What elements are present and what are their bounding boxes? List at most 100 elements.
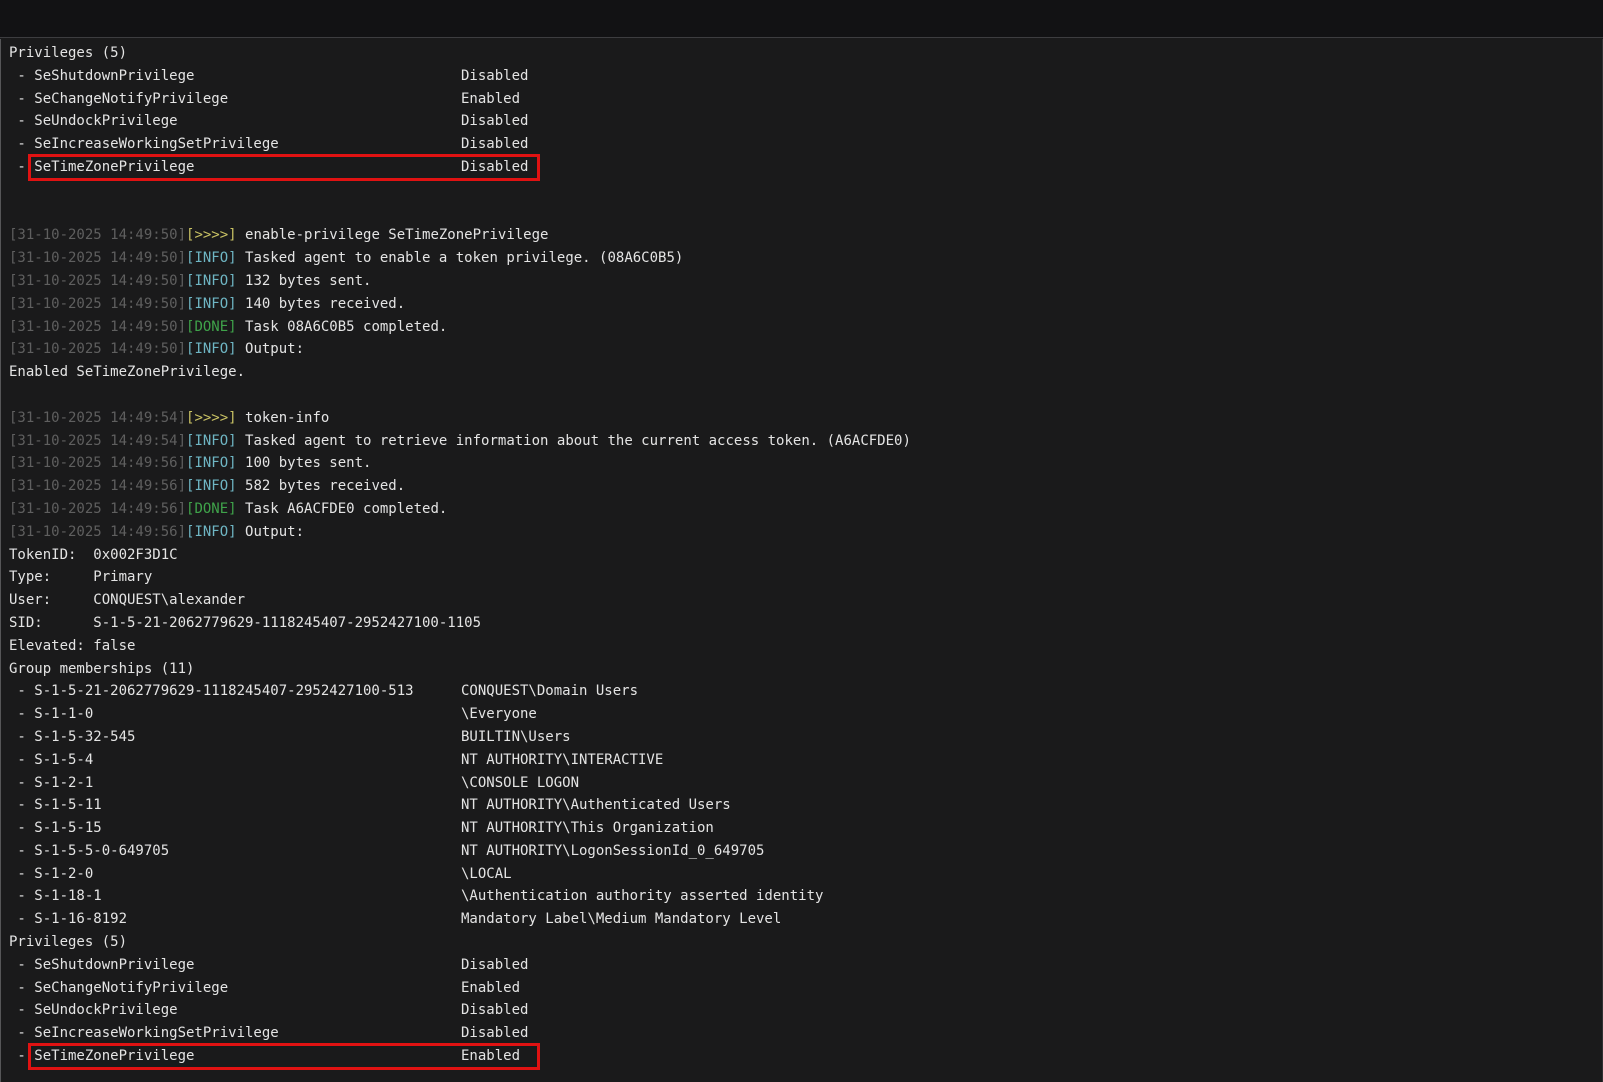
row-label: - SeUndockPrivilege <box>9 1002 178 1018</box>
row-label: - S-1-16-8192 <box>9 911 127 927</box>
row-value: NT AUTHORITY\Authenticated Users <box>461 794 731 817</box>
row-label: - SeShutdownPrivilege <box>9 68 194 84</box>
row-value: NT AUTHORITY\INTERACTIVE <box>461 749 663 772</box>
log-line: [31-10-2025 14:49:56][INFO] Output: <box>1 521 1602 544</box>
log-timestamp: [31-10-2025 14:49:50] <box>9 227 186 243</box>
group-row: - S-1-2-0\LOCAL <box>1 863 1602 886</box>
privilege-row: - SeChangeNotifyPrivilege Enabled <box>1 88 1602 111</box>
row-label: - SeTimeZonePrivilege <box>9 159 194 175</box>
log-line: [31-10-2025 14:49:56][INFO] 582 bytes re… <box>1 475 1602 498</box>
log-timestamp: [31-10-2025 14:49:56] <box>9 455 186 471</box>
log-message: Output: <box>237 524 304 540</box>
console-text: Privileges (5) <box>9 934 127 950</box>
privilege-row: - SeShutdownPrivilege Disabled <box>1 954 1602 977</box>
row-label: - S-1-5-11 <box>9 797 102 813</box>
row-value: NT AUTHORITY\This Organization <box>461 817 714 840</box>
row-label: - SeIncreaseWorkingSetPrivilege <box>9 1025 279 1041</box>
log-line: [31-10-2025 14:49:50][DONE] Task 08A6C0B… <box>1 316 1602 339</box>
group-row: - S-1-2-1 \CONSOLE LOGON <box>1 772 1602 795</box>
row-label: - SeUndockPrivilege <box>9 113 178 129</box>
log-message: 100 bytes sent. <box>237 455 372 471</box>
session-info-bar: CONQUEST\alexander@CLIENT01.conquest.loc… <box>0 0 1603 38</box>
log-tag: [>>>>] <box>186 410 237 426</box>
console-output[interactable]: Privileges (5) - SeShutdownPrivilege Disa… <box>0 39 1603 1082</box>
row-label: - S-1-5-32-545 <box>9 729 135 745</box>
row-value: CONQUEST\Domain Users <box>461 680 638 703</box>
log-timestamp: [31-10-2025 14:49:54] <box>9 433 186 449</box>
console-text: Enabled SeTimeZonePrivilege. <box>9 364 245 380</box>
privilege-row: - SeTimeZonePrivilege Disabled <box>1 156 1602 179</box>
row-label: - SeShutdownPrivilege <box>9 957 194 973</box>
row-value: Disabled <box>461 110 528 133</box>
row-value: \CONSOLE LOGON <box>461 772 579 795</box>
group-row: - S-1-5-21-2062779629-1118245407-2952427… <box>1 680 1602 703</box>
log-message: Tasked agent to enable a token privilege… <box>237 250 684 266</box>
log-message: 132 bytes sent. <box>237 273 372 289</box>
group-row: - S-1-5-5-0-649705 NT AUTHORITY\LogonSess… <box>1 840 1602 863</box>
log-line: [31-10-2025 14:49:54][INFO] Tasked agent… <box>1 430 1602 453</box>
group-row: - S-1-5-4NT AUTHORITY\INTERACTIVE <box>1 749 1602 772</box>
log-message: Tasked agent to retrieve information abo… <box>237 433 911 449</box>
row-label: - SeChangeNotifyPrivilege <box>9 980 228 996</box>
log-message: 140 bytes received. <box>237 296 406 312</box>
log-line: [31-10-2025 14:49:50][INFO] 140 bytes re… <box>1 293 1602 316</box>
console-text: Group memberships (11) <box>9 661 194 677</box>
row-value: Disabled <box>461 1022 528 1045</box>
log-timestamp: [31-10-2025 14:49:54] <box>9 410 186 426</box>
privilege-row: - SeShutdownPrivilege Disabled <box>1 65 1602 88</box>
privilege-row: - SeUndockPrivilege Disabled <box>1 110 1602 133</box>
row-label: - S-1-18-1 <box>9 888 102 904</box>
row-label: - S-1-5-5-0-649705 <box>9 843 169 859</box>
group-row: - S-1-5-11 NT AUTHORITY\Authenticated Use… <box>1 794 1602 817</box>
row-label: - S-1-2-1 <box>9 775 93 791</box>
log-message: 582 bytes received. <box>237 478 406 494</box>
row-value: \Everyone <box>461 703 537 726</box>
privilege-row: - SeIncreaseWorkingSetPrivilege Disabled <box>1 1022 1602 1045</box>
log-timestamp: [31-10-2025 14:49:50] <box>9 319 186 335</box>
console-text: SID: S-1-5-21-2062779629-1118245407-2952… <box>9 615 481 631</box>
group-row: - S-1-5-15 NT AUTHORITY\This Organization <box>1 817 1602 840</box>
row-label: - S-1-2-0 <box>9 866 93 882</box>
log-tag: [INFO] <box>186 478 237 494</box>
row-value: Disabled <box>461 156 528 179</box>
group-row: - S-1-16-8192Mandatory Label\Medium Mand… <box>1 908 1602 931</box>
blank-line <box>1 179 1602 202</box>
group-row: - S-1-1-0 \Everyone <box>1 703 1602 726</box>
log-line: [31-10-2025 14:49:54][>>>>] token-info <box>1 407 1602 430</box>
log-tag: [INFO] <box>186 524 237 540</box>
log-line: [31-10-2025 14:49:56][INFO] 100 bytes se… <box>1 452 1602 475</box>
log-tag: [INFO] <box>186 273 237 289</box>
row-label: - S-1-1-0 <box>9 706 93 722</box>
row-value: NT AUTHORITY\LogonSessionId_0_649705 <box>461 840 764 863</box>
token-field: User: CONQUEST\alexander <box>1 589 1602 612</box>
console-text: Elevated: false <box>9 638 135 654</box>
row-label: - S-1-5-15 <box>9 820 102 836</box>
log-tag: [DONE] <box>186 319 237 335</box>
row-value: Disabled <box>461 954 528 977</box>
row-label: - SeTimeZonePrivilege <box>9 1048 194 1064</box>
log-timestamp: [31-10-2025 14:49:50] <box>9 250 186 266</box>
log-line: [31-10-2025 14:49:50][>>>>] enable-privi… <box>1 224 1602 247</box>
row-label: - SeChangeNotifyPrivilege <box>9 91 228 107</box>
row-label: - SeIncreaseWorkingSetPrivilege <box>9 136 279 152</box>
privileges-header: Privileges (5) <box>1 931 1602 954</box>
log-message: token-info <box>237 410 330 426</box>
privilege-row: - SeIncreaseWorkingSetPrivilegeDisabled <box>1 133 1602 156</box>
log-tag: [INFO] <box>186 433 237 449</box>
row-value: Disabled <box>461 65 528 88</box>
log-message: enable-privilege SeTimeZonePrivilege <box>237 227 549 243</box>
log-tag: [INFO] <box>186 341 237 357</box>
row-value: Enabled <box>461 88 520 111</box>
log-tag: [>>>>] <box>186 227 237 243</box>
console-text: Privileges (5) <box>9 45 127 61</box>
token-field: Type: Primary <box>1 566 1602 589</box>
console-text: Type: Primary <box>9 569 152 585</box>
privileges-header: Privileges (5) <box>1 42 1602 65</box>
log-line: [31-10-2025 14:49:50][INFO] Tasked agent… <box>1 247 1602 270</box>
task-output-line: Enabled SeTimeZonePrivilege. <box>1 361 1602 384</box>
log-timestamp: [31-10-2025 14:49:56] <box>9 478 186 494</box>
log-tag: [INFO] <box>186 296 237 312</box>
privilege-row: - SeUndockPrivilegeDisabled <box>1 999 1602 1022</box>
log-line: [31-10-2025 14:49:50][INFO] 132 bytes se… <box>1 270 1602 293</box>
log-timestamp: [31-10-2025 14:49:50] <box>9 296 186 312</box>
